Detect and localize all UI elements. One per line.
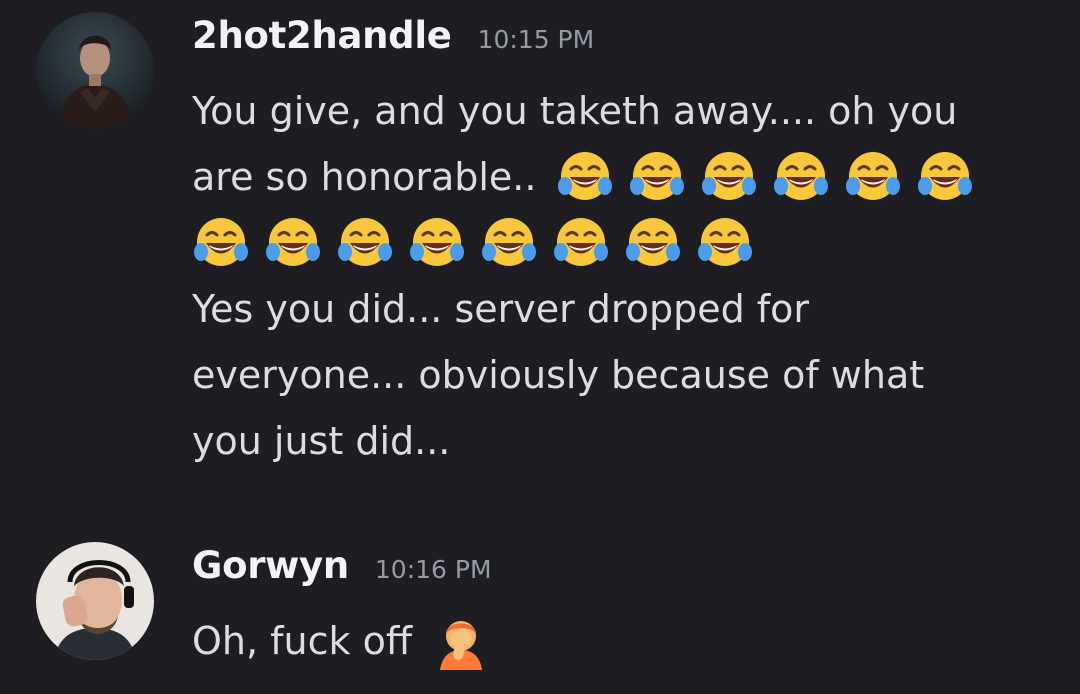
timestamp[interactable]: 10:15 PM [478, 25, 595, 54]
message-text: Yes you did... server dropped for [192, 287, 810, 331]
message-text: You give, and you taketh away.... oh you [192, 89, 958, 133]
username[interactable]: 2hot2handle [192, 14, 452, 57]
face-with-tears-of-joy-icon [844, 148, 902, 206]
message-line: Yes you did... server dropped for [192, 276, 1040, 342]
message-line: are so honorable.. [192, 144, 1040, 210]
face-with-tears-of-joy-icon [408, 214, 466, 272]
user-avatar-icon [36, 542, 154, 660]
message-line: You give, and you taketh away.... oh you [192, 78, 1040, 144]
message-text: you just did... [192, 419, 451, 463]
user-avatar-icon [36, 12, 154, 130]
face-with-tears-of-joy-icon [264, 214, 322, 272]
timestamp[interactable]: 10:16 PM [375, 555, 492, 584]
face-with-tears-of-joy-icon [628, 148, 686, 206]
message-line: everyone... obviously because of what [192, 342, 1040, 408]
face-with-tears-of-joy-icon [696, 214, 754, 272]
face-with-tears-of-joy-icon [772, 148, 830, 206]
face-with-tears-of-joy-icon [192, 214, 250, 272]
avatar[interactable] [36, 12, 154, 130]
message-header: Gorwyn 10:16 PM [192, 544, 1040, 608]
message-line: you just did... [192, 408, 1040, 474]
face-with-tears-of-joy-icon [700, 148, 758, 206]
face-with-tears-of-joy-icon [336, 214, 394, 272]
face-with-tears-of-joy-icon [916, 148, 974, 206]
message-header: 2hot2handle 10:15 PM [192, 14, 1040, 78]
avatar[interactable] [36, 542, 154, 660]
message-line: Oh, fuck off [192, 608, 1040, 674]
person-facepalming-icon [432, 612, 490, 670]
message-content: 2hot2handle 10:15 PM You give, and you t… [192, 14, 1040, 474]
face-with-tears-of-joy-icon [552, 214, 610, 272]
emoji-row [192, 210, 1040, 276]
username[interactable]: Gorwyn [192, 544, 349, 587]
message-group-2hot2handle: 2hot2handle 10:15 PM You give, and you t… [0, 0, 1080, 500]
message-text: everyone... obviously because of what [192, 353, 925, 397]
message-text: Oh, fuck off [192, 619, 413, 663]
message-content: Gorwyn 10:16 PM Oh, fuck off [192, 544, 1040, 674]
inline-emoji-group [556, 148, 988, 206]
face-with-tears-of-joy-icon [556, 148, 614, 206]
message-group-gorwyn: Gorwyn 10:16 PM Oh, fuck off [0, 536, 1080, 694]
face-with-tears-of-joy-icon [480, 214, 538, 272]
face-with-tears-of-joy-icon [624, 214, 682, 272]
message-text: are so honorable.. [192, 155, 537, 199]
